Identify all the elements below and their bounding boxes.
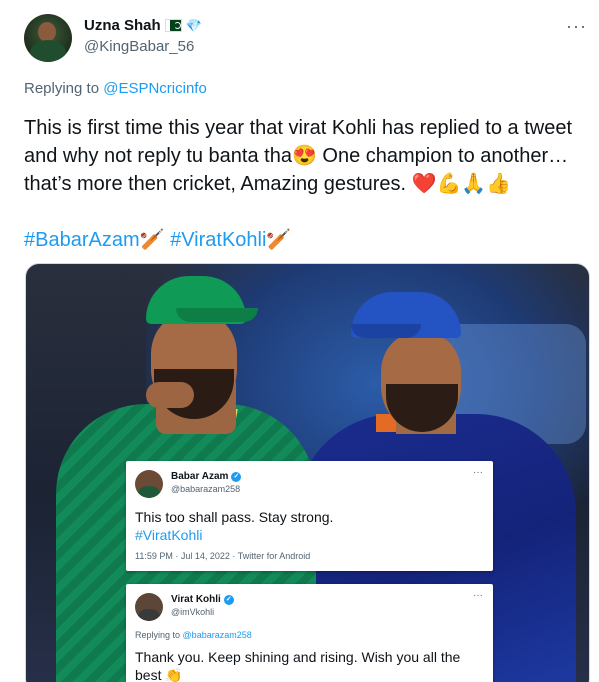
- embedded-text: Thank you. Keep shining and rising. Wish…: [135, 649, 461, 682]
- embedded-name-row: Babar Azam ✓: [171, 471, 242, 482]
- embedded-tweet-babar: Babar Azam ✓ @babarazam258 ··· This too …: [126, 461, 493, 571]
- more-options-icon[interactable]: ···: [566, 16, 587, 37]
- embedded-avatar: [135, 470, 163, 498]
- embedded-more-icon: ···: [473, 590, 483, 601]
- avatar-head: [38, 22, 56, 42]
- embedded-display-name: Virat Kohli: [171, 594, 221, 605]
- display-name[interactable]: Uzna Shah: [84, 17, 161, 34]
- replying-to-label: Replying to: [24, 80, 100, 97]
- player-right-cap-brim: [351, 324, 421, 338]
- tweet-text: This is first time this year that virat …: [24, 117, 572, 195]
- verified-badge-icon: ✓: [231, 471, 242, 482]
- embedded-display-name: Babar Azam: [171, 471, 229, 482]
- embedded-more-icon: ···: [473, 467, 483, 478]
- embedded-replying-mention: @babarazam258: [182, 630, 252, 640]
- embedded-name-row: Virat Kohli ✓: [171, 594, 234, 605]
- author-row: Uzna Shah 💎: [84, 17, 202, 34]
- avatar-body: [30, 40, 66, 62]
- embedded-text: This too shall pass. Stay strong.: [135, 509, 334, 525]
- embedded-replying-to: Replying to @babarazam258: [135, 630, 252, 640]
- avatar[interactable]: [24, 14, 72, 62]
- verified-badge-icon: ✓: [223, 594, 234, 605]
- user-handle[interactable]: @KingBabar_56: [84, 38, 194, 55]
- embedded-hashtag: #ViratKohli: [135, 527, 203, 543]
- embedded-handle: @babarazam258: [171, 484, 241, 494]
- arm-on-shoulder: [146, 382, 194, 408]
- embedded-replying-label: Replying to: [135, 630, 181, 640]
- embedded-tweet-virat: Virat Kohli ✓ @imVkohli ··· Replying to …: [126, 584, 493, 682]
- tweet-media-image[interactable]: Babar Azam ✓ @babarazam258 ··· This too …: [25, 263, 590, 682]
- tweet[interactable]: Uzna Shah 💎 @KingBabar_56 ··· Replying t…: [0, 0, 599, 682]
- embedded-avatar: [135, 593, 163, 621]
- embedded-handle: @imVkohli: [171, 607, 215, 617]
- replying-to-mention[interactable]: @ESPNcricinfo: [103, 80, 207, 97]
- tweet-hashtags[interactable]: #BabarAzam🏏 #ViratKohli🏏: [24, 226, 291, 254]
- diamond-icon: 💎: [185, 17, 202, 33]
- player-left-cap-brim: [176, 308, 258, 322]
- replying-to: Replying to @ESPNcricinfo: [24, 80, 207, 97]
- pakistan-flag-icon: [164, 19, 182, 32]
- embedded-timestamp: 11:59 PM · Jul 14, 2022 · Twitter for An…: [135, 551, 311, 561]
